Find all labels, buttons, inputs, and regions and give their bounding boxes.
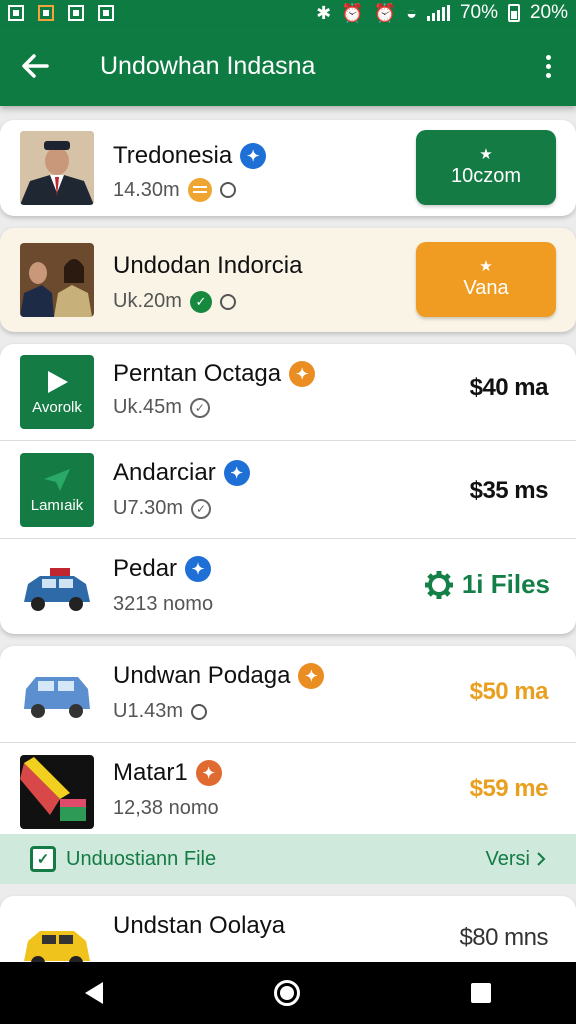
item-price: $80 mns <box>459 924 548 951</box>
version-link-label: Versi <box>485 847 530 870</box>
back-button[interactable] <box>0 26 70 106</box>
item-size: 12,38 nomo <box>113 797 219 819</box>
item-price: $50 ma <box>469 678 549 705</box>
gear-icon <box>424 570 453 599</box>
battery-percent: 20% <box>529 2 568 23</box>
verified-badge-icon: ✦ <box>195 760 222 786</box>
item-name: Undstan Oolaya <box>113 912 286 939</box>
check-icon: ✓ <box>189 290 212 313</box>
files-label: 1i Files <box>461 569 550 599</box>
item-thumbnail <box>20 131 94 205</box>
wifi-icon: ◒ <box>406 3 417 23</box>
item-name: Andarciar <box>113 459 216 486</box>
item-size: 3213 nomo <box>113 593 214 615</box>
signal-icon <box>426 5 450 21</box>
item-thumbnail <box>20 550 94 624</box>
alarm-icon: ⏰ <box>341 3 364 23</box>
list-group: Undwan Podaga ✦ U1.43m $50 ma Matar1 ✦ 1… <box>0 646 576 834</box>
nav-back-icon[interactable] <box>85 982 104 1004</box>
item-name: Perntan Octaga <box>113 360 282 387</box>
verified-badge-icon: ✦ <box>185 556 212 582</box>
battery-icon <box>507 4 520 22</box>
app-bar: Undowhan Indasna <box>0 26 576 106</box>
coin-icon <box>187 178 212 202</box>
item-name: Tredonesia <box>113 142 233 169</box>
item-thumbnail: Avorolk <box>20 355 94 429</box>
notification-icons <box>8 5 114 21</box>
verified-badge-icon: ✦ <box>298 663 325 689</box>
item-price: $40 ma <box>469 374 549 401</box>
status-circle-icon <box>191 703 208 720</box>
list-group: Avorolk Perntan Octaga ✦ Uk.45m ✓ $40 ma… <box>0 344 576 634</box>
more-options-button[interactable] <box>520 26 576 106</box>
item-thumbnail <box>20 657 94 731</box>
action-button[interactable]: ★ Vana <box>416 242 556 317</box>
thumbnail-label: Lamıaik <box>30 496 84 514</box>
item-price: $35 ms <box>469 477 549 504</box>
save-icon <box>68 5 84 21</box>
thumbnail-label: Avorolk <box>32 398 82 416</box>
chevron-right-icon <box>537 852 546 866</box>
item-size: U7.30m <box>113 497 184 519</box>
nav-home-icon[interactable] <box>273 980 300 1006</box>
item-size: Uk.45m <box>113 396 182 418</box>
status-circle-icon <box>219 293 236 310</box>
star-icon: ★ <box>479 146 493 163</box>
verified-badge-icon: ✦ <box>240 143 267 169</box>
list-item[interactable]: Undwan Podaga ✦ U1.43m $50 ma <box>0 646 576 742</box>
files-link[interactable]: 1i Files <box>424 569 550 600</box>
nav-recents-icon[interactable] <box>470 983 491 1003</box>
check-circle-icon: ✓ <box>191 498 212 519</box>
item-name: Undodan Indorcia <box>113 252 303 279</box>
page-title: Undowhan Indasna <box>100 51 316 80</box>
status-bar: ✱ ⏰ ⏰ ◒ 70% 20% <box>0 0 576 26</box>
item-name: Pedar <box>113 555 178 582</box>
item-size: U1.43m <box>113 700 184 722</box>
list-item[interactable]: Matar1 ✦ 12,38 nomo $59 me <box>0 742 576 834</box>
item-name: Matar1 <box>113 759 188 786</box>
list-item[interactable]: Undodan Indorcia Uk.20m ✓ ★ Vana <box>0 228 576 332</box>
check-circle-icon: ✓ <box>189 397 210 418</box>
action-button-label: Vana <box>463 277 509 299</box>
verified-badge-icon: ✦ <box>223 460 250 486</box>
item-thumbnail <box>20 755 94 829</box>
signal-percent: 70% <box>459 2 498 23</box>
verified-badge-icon: ✦ <box>289 361 316 387</box>
item-size: 14.30m <box>113 178 180 201</box>
action-button[interactable]: ★ 10czom <box>416 130 556 205</box>
list-item[interactable]: Lamıaik Andarciar ✦ U7.30m ✓ $35 ms <box>0 440 576 538</box>
status-circle-icon <box>219 182 236 198</box>
list-item[interactable]: Pedar ✦ 3213 nomo 1i Files <box>0 538 576 634</box>
play-icon <box>48 370 68 393</box>
image-icon <box>38 5 54 21</box>
bluetooth-icon: ✱ <box>316 3 332 23</box>
download-banner[interactable]: ✓ Unduostiann File Versi <box>0 834 576 884</box>
item-thumbnail <box>20 243 94 317</box>
navigation-bar <box>0 962 576 1024</box>
arrow-left-icon <box>22 54 49 78</box>
version-link[interactable]: Versi <box>486 848 546 871</box>
item-price: $59 me <box>469 775 549 802</box>
checkbox-icon: ✓ <box>30 846 56 872</box>
notification-icon <box>8 5 24 21</box>
action-button-label: 10czom <box>450 165 522 187</box>
item-name: Undwan Podaga <box>113 662 291 689</box>
send-icon <box>44 468 70 491</box>
item-size: Uk.20m <box>113 290 182 312</box>
alarm-icon: ⏰ <box>373 3 397 23</box>
list-item[interactable]: Tredonesia ✦ 14.30m ★ 10czom <box>0 120 576 216</box>
screenshot-icon <box>98 5 114 21</box>
list-item[interactable]: Avorolk Perntan Octaga ✦ Uk.45m ✓ $40 ma <box>0 344 576 440</box>
item-thumbnail: Lamıaik <box>20 453 94 527</box>
more-vert-icon <box>545 54 551 60</box>
star-icon: ★ <box>479 258 493 275</box>
banner-text: Unduostiann File <box>66 847 217 870</box>
